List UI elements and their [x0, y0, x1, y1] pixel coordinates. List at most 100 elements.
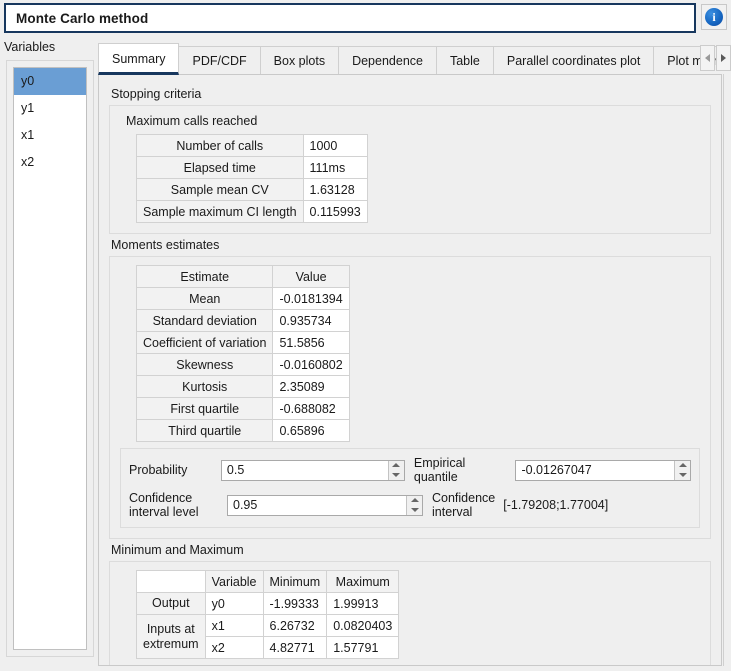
- panel-scrollbar[interactable]: [723, 74, 729, 666]
- cell-value: 111ms: [302, 156, 368, 179]
- confidence-level-spin-down-button[interactable]: [407, 505, 422, 515]
- cell-label: Sample maximum CI length: [136, 200, 304, 223]
- triangle-down-icon: [392, 472, 401, 477]
- cell-label: First quartile: [135, 397, 274, 420]
- table-row: Output y0 -1.99333 1.99913: [136, 592, 400, 615]
- column-header: Estimate: [135, 265, 274, 288]
- cell-value: 1.63128: [302, 178, 368, 201]
- cell-label: Sample mean CV: [136, 178, 304, 201]
- probability-spin-buttons[interactable]: [387, 460, 404, 480]
- variables-sidebar: Variables y0 y1 x1 x2: [0, 38, 98, 671]
- cell-variable: y0: [204, 592, 264, 615]
- confidence-level-input[interactable]: [228, 495, 406, 515]
- info-button[interactable]: i: [701, 4, 727, 30]
- table-row: First quartile -0.688082: [135, 397, 350, 420]
- probability-stepper[interactable]: [220, 459, 405, 481]
- tab-pdf-cdf[interactable]: PDF/CDF: [178, 46, 261, 75]
- cell-label: Third quartile: [135, 419, 274, 442]
- cell-label: Kurtosis: [135, 375, 274, 398]
- triangle-up-icon: [678, 463, 687, 468]
- tab-bar: Summary PDF/CDF Box plots Dependence Table Pa…: [98, 42, 731, 75]
- variable-item-y0[interactable]: y0: [14, 68, 86, 95]
- stopping-criteria-table: Number of calls 1000 Elapsed time 111ms Samp…: [136, 134, 368, 223]
- tab-box-plots[interactable]: Box plots: [259, 46, 340, 75]
- minmax-title: Minimum and Maximum: [111, 543, 244, 557]
- probability-label: Probability: [129, 463, 188, 477]
- page-title: Monte Carlo method: [16, 10, 149, 26]
- tab-dependence[interactable]: Dependence: [338, 46, 437, 75]
- table-header-row: Variable Minimum Maximum: [136, 570, 400, 593]
- summary-tab-panel: Stopping criteria Maximum calls reached …: [98, 74, 722, 666]
- empirical-quantile-label: Empirical quantile: [413, 456, 466, 484]
- moments-group: Estimate Value Mean -0.0181394 Standard devi…: [109, 256, 711, 539]
- minmax-table: Variable Minimum Maximum Output y0 -1.99333 1.…: [136, 570, 400, 659]
- empirical-quantile-spin-buttons[interactable]: [674, 460, 690, 480]
- table-row: Kurtosis 2.35089: [135, 375, 350, 398]
- cell-label: Number of calls: [136, 134, 304, 157]
- minmax-group: Variable Minimum Maximum Output y0 -1.99333 1.…: [109, 561, 711, 665]
- tab-scroll-right-button[interactable]: [716, 45, 731, 71]
- cell-value: -0.0181394: [272, 287, 350, 310]
- probability-input[interactable]: [221, 460, 388, 480]
- tab-parallel-coordinates-plot[interactable]: Parallel coordinates plot: [492, 46, 655, 75]
- cell-maximum: 1.99913: [326, 592, 400, 615]
- cell-value: -0.0160802: [272, 353, 350, 376]
- cell-value: -0.688082: [272, 397, 350, 420]
- confidence-level-spin-buttons[interactable]: [406, 495, 422, 515]
- table-row: Coefficient of variation 51.5856: [135, 331, 350, 354]
- chevron-left-icon: [705, 54, 710, 62]
- probability-spin-down-button[interactable]: [389, 470, 404, 480]
- probability-spin-up-button[interactable]: [389, 461, 404, 471]
- table-row: Number of calls 1000: [136, 134, 368, 157]
- monte-carlo-window: Monte Carlo method i Variables y0 y1 x1 x2 …: [0, 0, 731, 671]
- tab-summary[interactable]: Summary: [98, 43, 180, 75]
- variables-list[interactable]: y0 y1 x1 x2: [13, 67, 87, 650]
- cell-minimum: 4.82771: [262, 636, 328, 659]
- stopping-criteria-subtitle: Maximum calls reached: [126, 114, 258, 128]
- column-header: Maximum: [326, 570, 400, 593]
- row-header-output: Output: [136, 592, 206, 615]
- moments-table: Estimate Value Mean -0.0181394 Standard devi…: [135, 265, 350, 442]
- probability-row: Probability Empirical quantile: [129, 456, 691, 484]
- column-header: Variable: [204, 570, 264, 593]
- chevron-right-icon: [721, 54, 726, 62]
- empirical-quantile-input[interactable]: [516, 460, 674, 480]
- variable-item-x1[interactable]: x1: [14, 122, 86, 149]
- tab-area: Summary PDF/CDF Box plots Dependence Table Pa…: [98, 38, 731, 671]
- confidence-level-spin-up-button[interactable]: [407, 496, 422, 506]
- stopping-criteria-group: Maximum calls reached Number of calls 100…: [109, 105, 711, 234]
- table-header-row: Estimate Value: [135, 265, 350, 288]
- stopping-criteria-title: Stopping criteria: [111, 87, 202, 101]
- column-header: Value: [272, 265, 350, 288]
- tab-table[interactable]: Table: [435, 46, 494, 75]
- table-row: Skewness -0.0160802: [135, 353, 350, 376]
- quantile-controls-group: Probability Empirical quantile: [120, 448, 700, 528]
- empirical-quantile-spin-up-button[interactable]: [675, 461, 690, 471]
- tab-scroll-buttons: [699, 45, 731, 71]
- cell-label: Coefficient of variation: [135, 331, 274, 354]
- table-row: Standard deviation 0.935734: [135, 309, 350, 332]
- cell-minimum: 6.26732: [262, 614, 328, 637]
- confidence-level-stepper[interactable]: [227, 494, 423, 516]
- triangle-down-icon: [678, 472, 687, 477]
- empirical-quantile-spin-down-button[interactable]: [675, 470, 690, 480]
- corner-cell: [136, 570, 206, 593]
- column-header: Minimum: [262, 570, 328, 593]
- cell-variable: x2: [204, 636, 264, 659]
- empirical-quantile-stepper[interactable]: [515, 459, 691, 481]
- variables-label: Variables: [4, 40, 56, 54]
- cell-maximum: 1.57791: [326, 636, 400, 659]
- variables-frame: y0 y1 x1 x2: [6, 60, 94, 657]
- cell-maximum: 0.0820403: [326, 614, 400, 637]
- cell-value: 0.115993: [302, 200, 368, 223]
- variable-item-y1[interactable]: y1: [14, 95, 86, 122]
- cell-label: Elapsed time: [136, 156, 304, 179]
- variable-item-x2[interactable]: x2: [14, 149, 86, 176]
- cell-variable: x1: [204, 614, 264, 637]
- cell-value: 0.935734: [272, 309, 350, 332]
- info-icon: i: [705, 8, 723, 26]
- table-row: Mean -0.0181394: [135, 287, 350, 310]
- table-row: Elapsed time 111ms: [136, 156, 368, 179]
- confidence-interval-value: [-1.79208;1.77004]: [503, 498, 609, 512]
- tab-scroll-left-button[interactable]: [700, 45, 715, 71]
